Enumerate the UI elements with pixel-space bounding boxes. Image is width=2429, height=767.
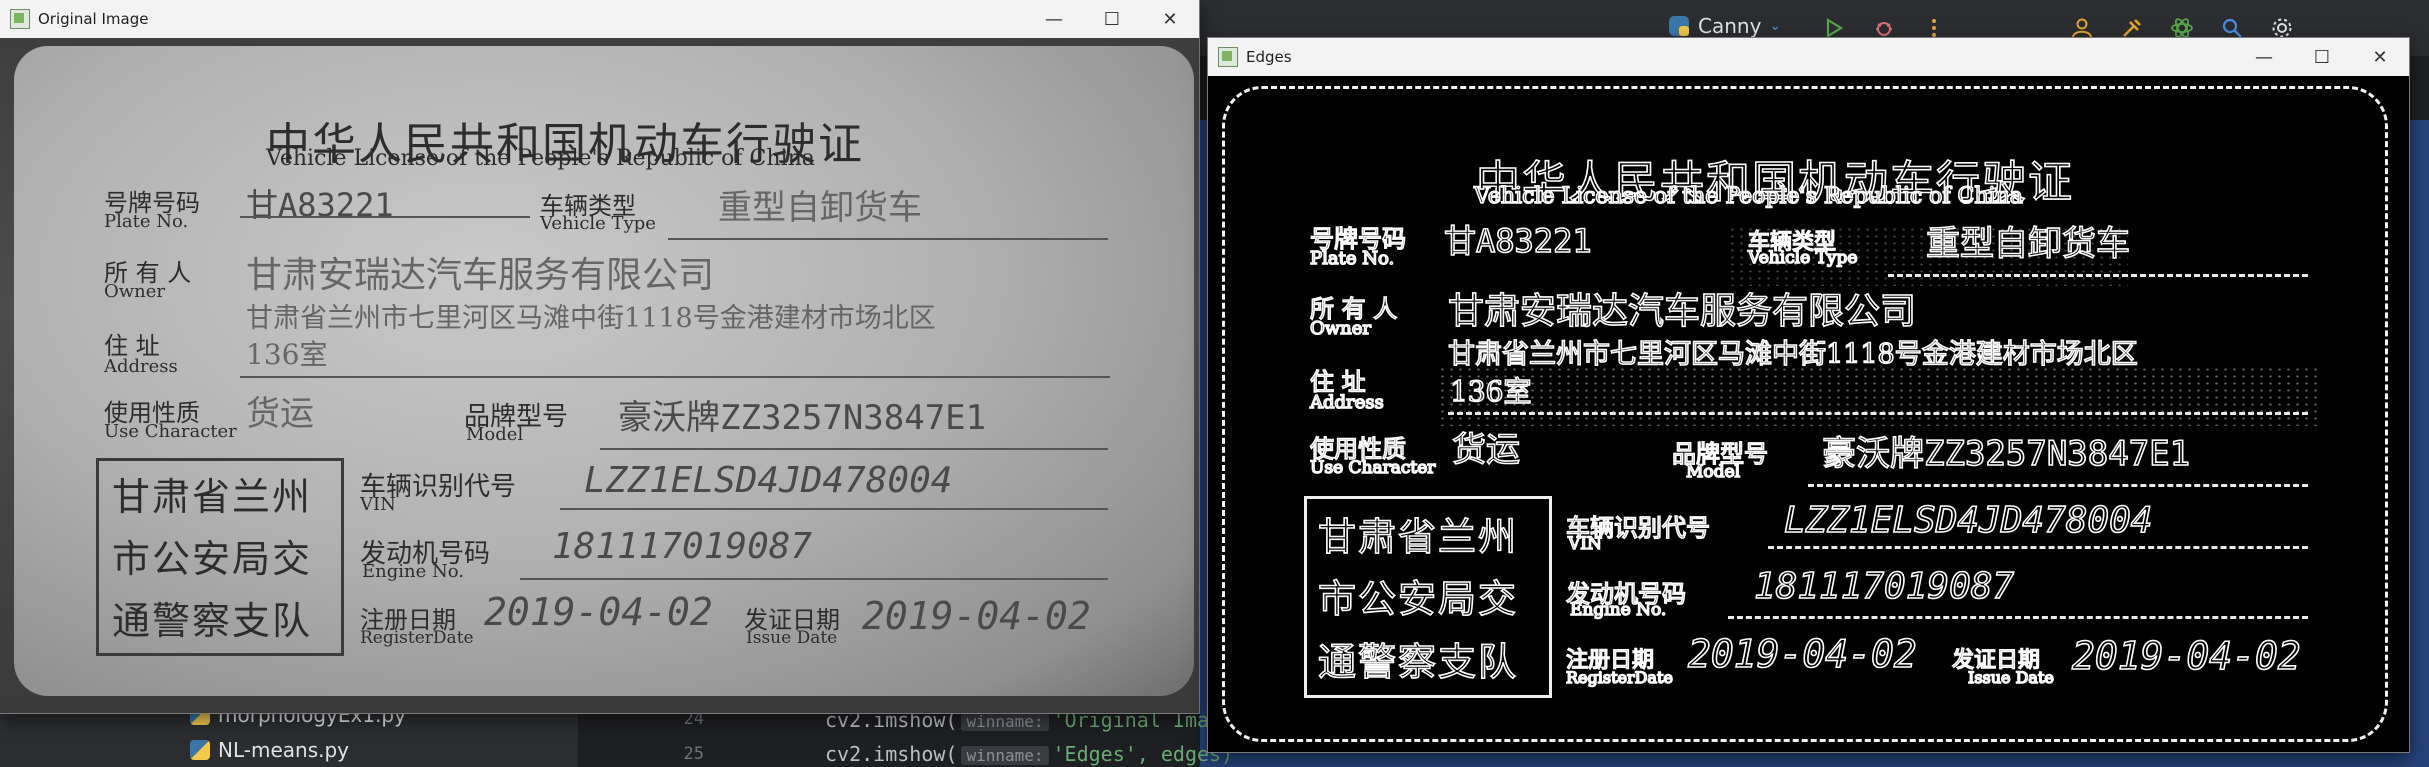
parameter-hint: winname:	[961, 712, 1049, 731]
engine-label-en: Engine No.	[1569, 599, 1667, 621]
vehicle-type-label-en: Vehicle Type	[1747, 247, 1858, 269]
close-button[interactable]: ✕	[2351, 38, 2409, 76]
vin-label-en: VIN	[1567, 533, 1602, 555]
register-date-value: 2019-04-02	[484, 590, 713, 634]
use-label-en: Use Character	[104, 421, 237, 442]
vin-value: LZZ1ELSD4JD478004	[1783, 499, 2153, 542]
register-date-value: 2019-04-02	[1687, 631, 1917, 677]
app-icon	[10, 9, 30, 29]
python-file-icon	[190, 740, 210, 760]
register-date-label-en: RegisterDate	[360, 628, 474, 648]
python-icon	[1669, 16, 1689, 36]
issue-date-label-en: Issue Date	[1967, 667, 2054, 688]
code-text: cv2.imshow(	[825, 742, 958, 766]
close-button[interactable]: ✕	[1141, 0, 1199, 38]
engine-label-en: Engine No.	[362, 561, 464, 582]
address-line-2: 136室	[1449, 374, 1532, 409]
divider	[600, 448, 1108, 450]
tree-item-nl-means[interactable]: NL-means.py	[190, 738, 349, 762]
model-label-en: Model	[466, 424, 524, 445]
divider	[1888, 274, 2308, 277]
plate-label-en: Plate No.	[104, 211, 189, 232]
plate-value: 甘A83221	[1443, 221, 1592, 261]
seal-line-3: 通警察支队	[1317, 639, 1519, 685]
plate-label-en: Plate No.	[1309, 247, 1395, 270]
seal-line-3: 通警察支队	[112, 599, 313, 643]
divider	[1768, 546, 2308, 549]
tree-item-label: NL-means.py	[218, 738, 349, 762]
divider	[668, 238, 1108, 240]
run-configuration-label: Canny	[1698, 14, 1762, 38]
address-line-1: 甘肃省兰州市七里河区马滩中街1118号金港建材市场北区	[246, 303, 936, 334]
vehicle-type-value: 重型自卸货车	[1925, 223, 2131, 265]
model-value: 豪沃牌ZZ3257N3847E1	[1821, 433, 2191, 475]
address-label-en: Address	[1309, 391, 1384, 414]
edges-window[interactable]: Edges — ☐ ✕ 中华人民共和国机动车行驶证 Vehicle Licens…	[1208, 38, 2409, 752]
issue-date-label-en: Issue Date	[746, 628, 838, 648]
vehicle-type-label-en: Vehicle Type	[540, 213, 656, 234]
use-value: 货运	[246, 394, 314, 434]
code-line[interactable]: cv2.imshow(winname: 'Edges', edges)	[825, 742, 1233, 766]
engine-value: 181117019087	[1753, 565, 2015, 608]
use-value: 货运	[1451, 429, 1521, 471]
owner-label-en: Owner	[104, 281, 166, 302]
divider	[1728, 616, 2308, 619]
original-image-window[interactable]: Original Image — ☐ ✕ 中华人民共和国机动车行驶证 Vehic…	[0, 0, 1199, 713]
divider	[1808, 484, 2308, 487]
window-titlebar[interactable]: Original Image — ☐ ✕	[0, 0, 1199, 38]
divider	[560, 508, 1108, 510]
edges-image-canvas: 中华人民共和国机动车行驶证 Vehicle License of the Peo…	[1208, 76, 2409, 752]
owner-value: 甘肃安瑞达汽车服务有限公司	[1447, 290, 1917, 333]
texture-noise	[1438, 366, 2318, 426]
original-image-canvas: 中华人民共和国机动车行驶证 Vehicle License of the Peo…	[0, 38, 1199, 713]
run-configuration-selector[interactable]: Canny ⌄	[1668, 14, 1781, 38]
seal-line-2: 市公安局交	[1317, 576, 1519, 622]
divider	[240, 376, 1110, 378]
divider	[1448, 412, 2308, 415]
parameter-hint: winname:	[961, 746, 1049, 765]
address-line-1: 甘肃省兰州市七里河区马滩中街1118号金港建材市场北区	[1447, 338, 2138, 371]
vin-label-en: VIN	[360, 494, 396, 515]
plate-value: 甘A83221	[246, 186, 394, 224]
license-title-en: Vehicle License of the People's Republic…	[1473, 183, 2023, 210]
divider	[240, 216, 530, 218]
seal-line-1: 甘肃省兰州	[1317, 514, 1519, 560]
maximize-button[interactable]: ☐	[1083, 0, 1141, 38]
issue-date-value: 2019-04-02	[2071, 633, 2301, 679]
license-title-en: Vehicle License of the People's Republic…	[266, 146, 815, 171]
app-icon	[1218, 47, 1238, 67]
register-date-label-en: RegisterDate	[1565, 667, 1674, 688]
minimize-button[interactable]: —	[2235, 38, 2293, 76]
code-string: 'Edges', edges)	[1052, 742, 1234, 766]
maximize-button[interactable]: ☐	[2293, 38, 2351, 76]
line-number: 25	[683, 744, 704, 764]
window-titlebar[interactable]: Edges — ☐ ✕	[1208, 38, 2409, 76]
use-label-en: Use Character	[1309, 457, 1436, 479]
minimize-button[interactable]: —	[1025, 0, 1083, 38]
window-title: Original Image	[38, 10, 149, 28]
seal-line-1: 甘肃省兰州	[112, 475, 313, 519]
model-label-en: Model	[1685, 461, 1741, 483]
seal-line-2: 市公安局交	[112, 537, 313, 581]
address-line-2: 136室	[246, 338, 328, 371]
divider	[520, 578, 1108, 580]
vin-value: LZZ1ELSD4JD478004	[584, 460, 953, 501]
chevron-down-icon: ⌄	[1769, 18, 1782, 34]
owner-label-en: Owner	[1309, 317, 1372, 340]
address-label-en: Address	[104, 356, 178, 377]
issue-date-value: 2019-04-02	[862, 594, 1091, 638]
owner-value: 甘肃安瑞达汽车服务有限公司	[246, 255, 715, 296]
engine-value: 181117019087	[552, 526, 813, 567]
model-value: 豪沃牌ZZ3257N3847E1	[618, 398, 987, 438]
window-title: Edges	[1246, 48, 1292, 66]
vehicle-type-value: 重型自卸货车	[718, 188, 922, 228]
